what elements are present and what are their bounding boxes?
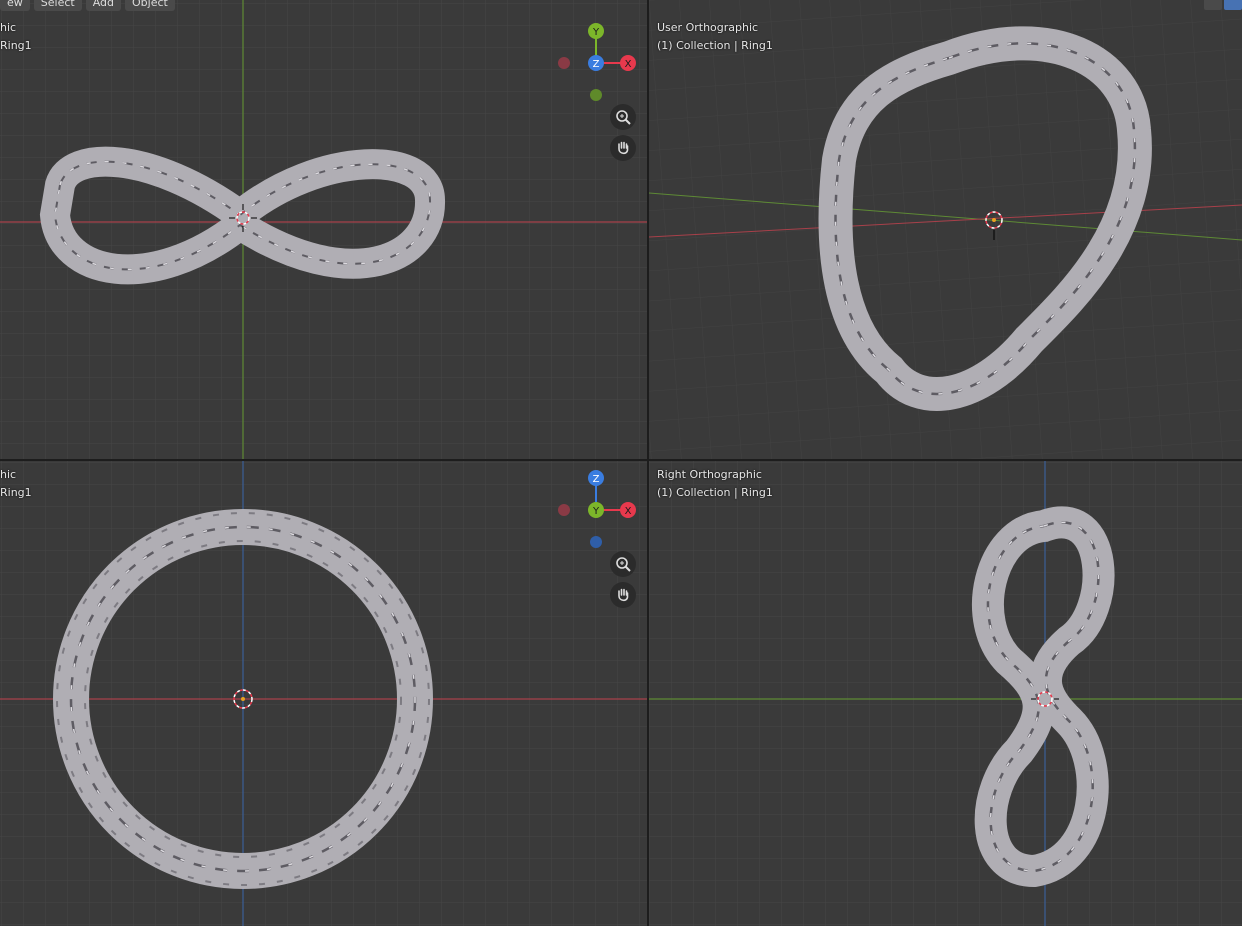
header-tools (1204, 0, 1242, 10)
gizmo-center-label: Z (593, 59, 600, 70)
viewport-top-left[interactable]: ew Select Add Object hic Ring1 Y Z X (0, 0, 647, 459)
zoom-icon[interactable] (610, 104, 636, 130)
navigation-gizmo-icon[interactable] (1224, 0, 1242, 10)
viewport-context-label: Ring1 (0, 486, 32, 499)
hand-pan-icon[interactable] (610, 582, 636, 608)
menu-object[interactable]: Object (125, 0, 175, 11)
gizmo-right-label: X (625, 59, 632, 70)
cursor-select-icon[interactable] (1204, 0, 1222, 10)
header-menu: ew Select Add Object (0, 0, 175, 11)
navigation-gizmo-icon[interactable]: Z Y X (550, 465, 645, 555)
menu-view[interactable]: ew (0, 0, 30, 11)
viewport-view-label: hic (0, 468, 17, 481)
zoom-icon[interactable] (610, 551, 636, 577)
viewport-bottom-right[interactable]: Right Orthographic (1) Collection | Ring… (649, 461, 1242, 926)
viewport-bottom-left[interactable]: hic Ring1 Z Y X (0, 461, 647, 926)
navigation-gizmo-icon[interactable]: Y Z X (550, 18, 645, 108)
gizmo-right-label: X (625, 506, 632, 517)
viewport-grid (649, 461, 1242, 926)
menu-add[interactable]: Add (85, 0, 121, 11)
menu-select[interactable]: Select (33, 0, 82, 11)
viewport-context-label: (1) Collection | Ring1 (657, 486, 773, 499)
gizmo-center-label: Y (592, 506, 600, 517)
viewport-context-label: (1) Collection | Ring1 (657, 39, 773, 52)
viewport-context-label: Ring1 (0, 39, 32, 52)
hand-pan-icon[interactable] (610, 135, 636, 161)
viewport-view-label: hic (0, 21, 17, 34)
viewport-view-label: User Orthographic (657, 21, 759, 34)
viewport-top-right[interactable]: User Orthographic (1) Collection | Ring1 (649, 0, 1242, 459)
viewport-view-label: Right Orthographic (657, 468, 762, 481)
viewport-grid (649, 0, 1242, 459)
gizmo-up-label: Y (592, 27, 600, 38)
gizmo-up-label: Z (593, 474, 600, 485)
